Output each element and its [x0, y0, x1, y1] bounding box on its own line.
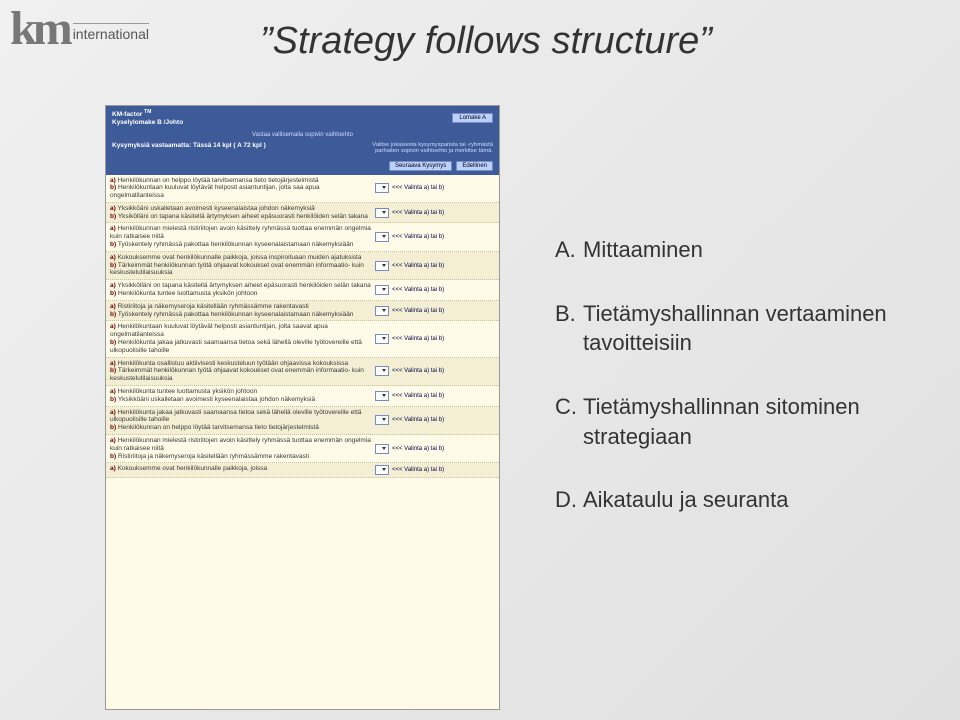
bullet-item: B.Tietämyshallinnan vertaaminen tavoitte…	[555, 299, 925, 358]
question-text: a) Henkilökunnan on helppo löytää tarvit…	[110, 177, 375, 200]
answer-control: <<< Valinta a) tai b)	[375, 177, 495, 200]
choice-dropdown[interactable]	[375, 465, 389, 475]
bullet-list: A.Mittaaminen B.Tietämyshallinnan vertaam…	[555, 235, 925, 549]
answer-control: <<< Valinta a) tai b)	[375, 388, 495, 404]
lomake-a-button[interactable]: Lomake A	[452, 113, 493, 123]
brand-logo: km international	[10, 10, 149, 48]
bullet-letter: A.	[555, 235, 583, 265]
form-instruction-detail: Valitse jokaisesta kysymysparista tai -r…	[353, 142, 493, 155]
choice-hint: <<< Valinta a) tai b)	[392, 287, 444, 293]
question-row: a) Henkilökunnan mielestä ristiriitojen …	[106, 223, 499, 251]
question-text: a) Henkilökunnan mielestä ristiriitojen …	[110, 437, 375, 460]
bullet-item: A.Mittaaminen	[555, 235, 925, 265]
bullet-item: D.Aikataulu ja seuranta	[555, 485, 925, 515]
choice-dropdown[interactable]	[375, 306, 389, 316]
question-text: a) Kokouksemme ovat henkilökunnalle paik…	[110, 254, 375, 277]
product-name: KM-factor	[112, 111, 142, 118]
question-row: a) Kokouksemme ovat henkilökunnalle paik…	[106, 252, 499, 280]
question-row: a) Henkilökuntaan kuuluvat löytävät help…	[106, 321, 499, 357]
question-counter: Kysymyksiä vastaamatta: Tässä 14 kpl ( A…	[112, 142, 266, 149]
question-text: a) Henkilökuntaan kuuluvat löytävät help…	[110, 323, 375, 354]
question-text: a) Yksikkölläni on tapana käsitellä ärty…	[110, 282, 375, 298]
choice-dropdown[interactable]	[375, 334, 389, 344]
choice-dropdown[interactable]	[375, 232, 389, 242]
answer-control: <<< Valinta a) tai b)	[375, 323, 495, 354]
next-question-button[interactable]: Seuraava Kysymys	[389, 161, 452, 171]
choice-hint: <<< Valinta a) tai b)	[392, 336, 444, 342]
choice-dropdown[interactable]	[375, 391, 389, 401]
bullet-letter: D.	[555, 485, 583, 515]
question-text: a) Henkilökunta osallistuu aktiivisesti …	[110, 360, 375, 383]
bullet-text: Tietämyshallinnan vertaaminen tavoitteis…	[583, 299, 925, 358]
form-body: a) Henkilökunnan on helppo löytää tarvit…	[106, 175, 499, 479]
bullet-item: C.Tietämyshallinnan sitominen strategiaa…	[555, 392, 925, 451]
form-nav-buttons: Seuraava Kysymys Edellinen	[106, 159, 499, 175]
tm-mark: TM	[144, 109, 151, 115]
choice-hint: <<< Valinta a) tai b)	[392, 185, 444, 191]
form-screenshot: KM-factor TM Kyselylomake B /Johto Lomak…	[105, 105, 500, 710]
question-text: a) Henkilökunnan mielestä ristiriitojen …	[110, 225, 375, 248]
bullet-text: Aikataulu ja seuranta	[583, 485, 925, 515]
prev-question-button[interactable]: Edellinen	[456, 161, 493, 171]
form-subheader: Kysymyksiä vastaamatta: Tässä 14 kpl ( A…	[106, 140, 499, 159]
question-text: a) Henkilökunta jakaa jatkuvasti saamaan…	[110, 409, 375, 432]
question-row: a) Yksikköäni uskalletaan avoimesti kyse…	[106, 203, 499, 224]
choice-hint: <<< Valinta a) tai b)	[392, 446, 444, 452]
question-row: a) Yksikkölläni on tapana käsitellä ärty…	[106, 280, 499, 301]
answer-control: <<< Valinta a) tai b)	[375, 409, 495, 432]
form-header-title: KM-factor TM Kyselylomake B /Johto	[112, 109, 183, 127]
choice-dropdown[interactable]	[375, 444, 389, 454]
answer-control: <<< Valinta a) tai b)	[375, 254, 495, 277]
answer-control: <<< Valinta a) tai b)	[375, 282, 495, 298]
choice-dropdown[interactable]	[375, 415, 389, 425]
question-text: a) Henkilökunta tuntee luottamusta yksik…	[110, 388, 375, 404]
form-instruction-bar: Vastaa valitsemalla sopivin vaihtoehto	[106, 130, 499, 140]
choice-hint: <<< Valinta a) tai b)	[392, 210, 444, 216]
logo-km-text: km	[10, 10, 69, 48]
answer-control: <<< Valinta a) tai b)	[375, 225, 495, 248]
form-header-right: Lomake A	[452, 114, 493, 121]
form-name: Kyselylomake B /Johto	[112, 119, 183, 126]
bullet-text: Tietämyshallinnan sitominen strategiaan	[583, 392, 925, 451]
choice-dropdown[interactable]	[375, 183, 389, 193]
question-text: a) Ristiriitoja ja näkemyseroja käsitell…	[110, 303, 375, 319]
answer-control: <<< Valinta a) tai b)	[375, 303, 495, 319]
answer-control: <<< Valinta a) tai b)	[375, 360, 495, 383]
question-text: a) Yksikköäni uskalletaan avoimesti kyse…	[110, 205, 375, 221]
question-row: a) Kokouksemme ovat henkilökunnalle paik…	[106, 463, 499, 478]
choice-dropdown[interactable]	[375, 285, 389, 295]
question-row: a) Henkilökunnan on helppo löytää tarvit…	[106, 175, 499, 203]
page-title: ”Strategy follows structure”	[260, 20, 712, 63]
bullet-letter: C.	[555, 392, 583, 451]
form-header: KM-factor TM Kyselylomake B /Johto Lomak…	[106, 106, 499, 130]
answer-control: <<< Valinta a) tai b)	[375, 205, 495, 221]
choice-dropdown[interactable]	[375, 261, 389, 271]
choice-hint: <<< Valinta a) tai b)	[392, 393, 444, 399]
bullet-letter: B.	[555, 299, 583, 358]
choice-hint: <<< Valinta a) tai b)	[392, 467, 444, 473]
question-row: a) Ristiriitoja ja näkemyseroja käsitell…	[106, 301, 499, 322]
logo-intl-text: international	[73, 23, 149, 42]
choice-hint: <<< Valinta a) tai b)	[392, 308, 444, 314]
choice-hint: <<< Valinta a) tai b)	[392, 368, 444, 374]
choice-hint: <<< Valinta a) tai b)	[392, 234, 444, 240]
choice-dropdown[interactable]	[375, 366, 389, 376]
bullet-text: Mittaaminen	[583, 235, 925, 265]
choice-hint: <<< Valinta a) tai b)	[392, 263, 444, 269]
choice-hint: <<< Valinta a) tai b)	[392, 417, 444, 423]
question-row: a) Henkilökunnan mielestä ristiriitojen …	[106, 435, 499, 463]
answer-control: <<< Valinta a) tai b)	[375, 465, 495, 475]
question-row: a) Henkilökunta jakaa jatkuvasti saamaan…	[106, 407, 499, 435]
choice-dropdown[interactable]	[375, 208, 389, 218]
answer-control: <<< Valinta a) tai b)	[375, 437, 495, 460]
question-text: a) Kokouksemme ovat henkilökunnalle paik…	[110, 465, 375, 475]
question-row: a) Henkilökunta tuntee luottamusta yksik…	[106, 386, 499, 407]
question-row: a) Henkilökunta osallistuu aktiivisesti …	[106, 358, 499, 386]
